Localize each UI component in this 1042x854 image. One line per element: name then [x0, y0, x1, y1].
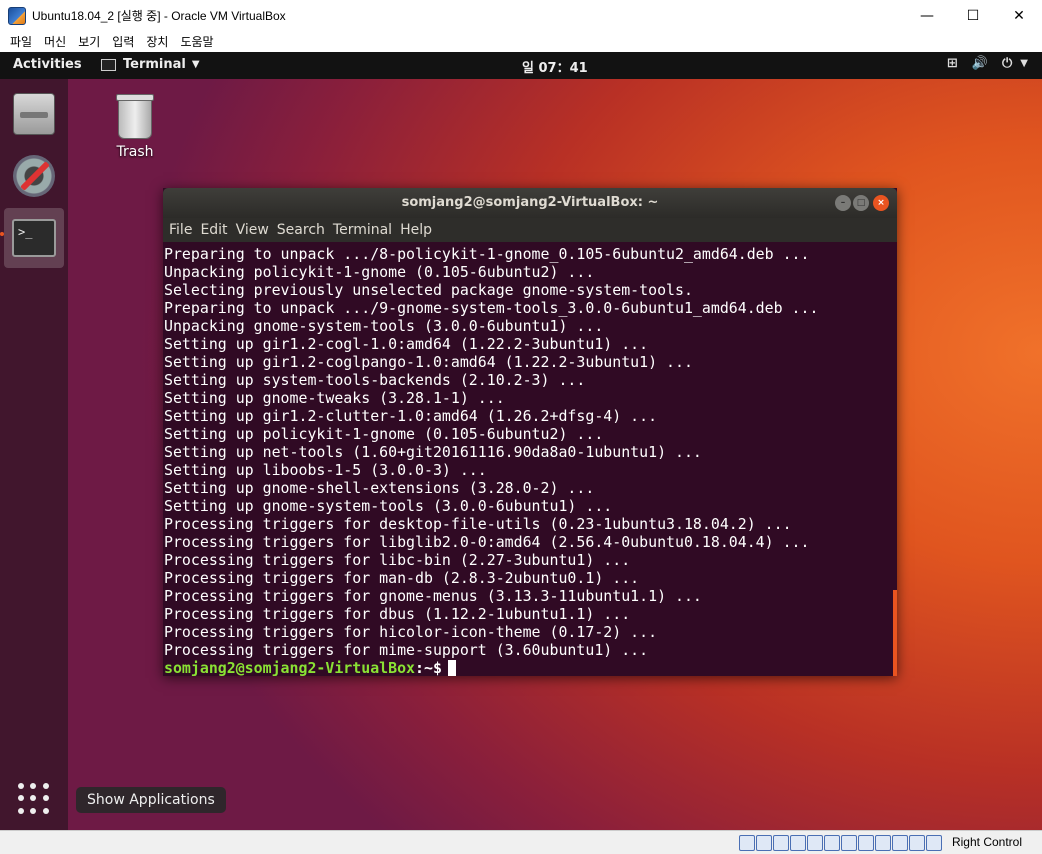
terminal-line: Setting up gnome-shell-extensions (3.28.…: [164, 479, 595, 497]
terminal-title: somjang2@somjang2-VirtualBox: ~: [401, 195, 659, 210]
terminal-mini-icon: [101, 58, 116, 71]
audio-icon[interactable]: [773, 835, 789, 851]
terminal-line: Setting up system-tools-backends (2.10.2…: [164, 371, 586, 389]
volume-icon: 🔊: [971, 56, 988, 71]
menu-devices[interactable]: 장치: [140, 33, 174, 50]
terminal-line: Processing triggers for hicolor-icon-the…: [164, 623, 658, 641]
terminal-icon: >_: [12, 219, 56, 257]
terminal-line: Setting up net-tools (1.60+git20161116.9…: [164, 443, 702, 461]
vbox-statusbar: Right Control: [0, 830, 1042, 854]
terminal-menu-edit[interactable]: Edit: [196, 222, 231, 238]
system-tray[interactable]: ⊞ 🔊 ⏻ ▼: [933, 56, 1028, 71]
network-adapter-icon[interactable]: [790, 835, 806, 851]
terminal-line: Setting up gir1.2-cogl-1.0:amd64 (1.22.2…: [164, 335, 649, 353]
cpu-icon[interactable]: [875, 835, 891, 851]
terminal-output[interactable]: Preparing to unpack .../8-policykit-1-gn…: [163, 242, 897, 676]
terminal-line: Processing triggers for gnome-menus (3.1…: [164, 587, 702, 605]
terminal-line: Setting up gnome-tweaks (3.28.1-1) ...: [164, 389, 505, 407]
guest-desktop[interactable]: Activities Terminal ▼ 일 07：41 ⊞ 🔊 ⏻ ▼ >_: [0, 52, 1042, 830]
terminal-line: Setting up gir1.2-coglpango-1.0:amd64 (1…: [164, 353, 693, 371]
menu-file[interactable]: 파일: [4, 33, 38, 50]
show-applications-button[interactable]: [4, 769, 64, 829]
dock: >_: [0, 79, 68, 830]
optical-drive-icon[interactable]: [756, 835, 772, 851]
text-cursor: [447, 660, 456, 676]
terminal-minimize-button[interactable]: –: [835, 195, 851, 211]
prompt-user-host: somjang2@somjang2-VirtualBox: [164, 659, 416, 676]
terminal-menu-file[interactable]: File: [165, 222, 196, 238]
terminal-line: Setting up gnome-system-tools (3.0.0-6ub…: [164, 497, 613, 515]
caret-down-icon: ▼: [191, 59, 200, 70]
power-icon: ⏻: [1002, 56, 1013, 71]
gnome-top-bar: Activities Terminal ▼ 일 07：41 ⊞ 🔊 ⏻ ▼: [0, 52, 1042, 79]
terminal-line: Preparing to unpack .../9-gnome-system-t…: [164, 299, 819, 317]
terminal-menubar: File Edit View Search Terminal Help: [163, 218, 897, 242]
maximize-button[interactable]: ☐: [950, 0, 996, 31]
window-titlebar[interactable]: Ubuntu18.04_2 [실행 중] - Oracle VM Virtual…: [0, 0, 1042, 31]
virtualbox-logo-icon: [8, 6, 26, 25]
terminal-prompt-line[interactable]: somjang2@somjang2-VirtualBox:~$: [164, 659, 896, 676]
terminal-menu-view[interactable]: View: [232, 222, 273, 238]
file-manager-icon: [13, 93, 55, 135]
terminal-menu-search[interactable]: Search: [273, 222, 329, 238]
network-icon: ⊞: [946, 56, 958, 71]
minimize-button[interactable]: —: [904, 0, 950, 31]
vbox-menubar: 파일 머신 보기 입력 장치 도움말: [0, 31, 1042, 52]
terminal-maximize-button[interactable]: □: [853, 195, 869, 211]
caret-down-icon: ▼: [1020, 58, 1028, 69]
mouse-integration-icon[interactable]: [892, 835, 908, 851]
terminal-line: Setting up policykit-1-gnome (0.105-6ubu…: [164, 425, 604, 443]
app-menu-button[interactable]: Terminal ▼: [101, 57, 200, 72]
hard-disk-icon[interactable]: [739, 835, 755, 851]
terminal-line: Setting up gir1.2-clutter-1.0:amd64 (1.2…: [164, 407, 658, 425]
terminal-line: Processing triggers for mime-support (3.…: [164, 641, 649, 659]
activities-button[interactable]: Activities: [13, 57, 82, 72]
terminal-scrollbar[interactable]: [893, 590, 897, 676]
terminal-line: Processing triggers for libc-bin (2.27-3…: [164, 551, 631, 569]
window-controls: — ☐ ✕: [904, 0, 1042, 31]
terminal-line: Preparing to unpack .../8-policykit-1-gn…: [164, 245, 810, 263]
prompt-path: :~$: [415, 659, 442, 676]
menu-machine[interactable]: 머신: [38, 33, 72, 50]
desktop-trash[interactable]: Trash: [108, 94, 162, 160]
terminal-line: Unpacking policykit-1-gnome (0.105-6ubun…: [164, 263, 595, 281]
shared-folder-icon[interactable]: [824, 835, 840, 851]
device-status-icons: [738, 835, 942, 851]
display-icon[interactable]: [841, 835, 857, 851]
app-menu-label: Terminal: [123, 57, 186, 72]
trash-label: Trash: [116, 144, 154, 160]
terminal-line: Processing triggers for dbus (1.12.2-1ub…: [164, 605, 631, 623]
window-title: Ubuntu18.04_2 [실행 중] - Oracle VM Virtual…: [32, 9, 286, 23]
keyboard-icon[interactable]: [909, 835, 925, 851]
terminal-line: Setting up liboobs-1-5 (3.0.0-3) ...: [164, 461, 487, 479]
terminal-titlebar[interactable]: somjang2@somjang2-VirtualBox: ~ – □ ×: [163, 188, 897, 218]
app-grid-icon: [18, 783, 50, 815]
terminal-line: Unpacking gnome-system-tools (3.0.0-6ubu…: [164, 317, 604, 335]
close-button[interactable]: ✕: [996, 0, 1042, 31]
show-applications-tooltip: Show Applications: [76, 787, 226, 813]
menu-view[interactable]: 보기: [72, 33, 106, 50]
recording-icon[interactable]: [858, 835, 874, 851]
terminal-menu-help[interactable]: Help: [396, 222, 436, 238]
terminal-line: Processing triggers for desktop-file-uti…: [164, 515, 792, 533]
dock-terminal[interactable]: >_: [4, 208, 64, 268]
terminal-line: Processing triggers for man-db (2.8.3-2u…: [164, 569, 640, 587]
trash-icon: [116, 94, 154, 139]
host-key-icon[interactable]: [926, 835, 942, 851]
dock-files[interactable]: [4, 84, 64, 144]
terminal-line: Selecting previously unselected package …: [164, 281, 693, 299]
terminal-close-button[interactable]: ×: [873, 195, 889, 211]
host-key-label: Right Control: [951, 835, 1022, 849]
menu-input[interactable]: 입력: [106, 33, 140, 50]
menu-help[interactable]: 도움말: [174, 33, 219, 50]
terminal-line: Processing triggers for libglib2.0-0:amd…: [164, 533, 810, 551]
usb-icon[interactable]: [807, 835, 823, 851]
terminal-menu-terminal[interactable]: Terminal: [329, 222, 396, 238]
terminal-window[interactable]: somjang2@somjang2-VirtualBox: ~ – □ × Fi…: [163, 188, 897, 676]
clock[interactable]: 일 07：41: [522, 57, 588, 76]
dock-settings[interactable]: [4, 146, 64, 206]
settings-icon: [13, 155, 55, 197]
